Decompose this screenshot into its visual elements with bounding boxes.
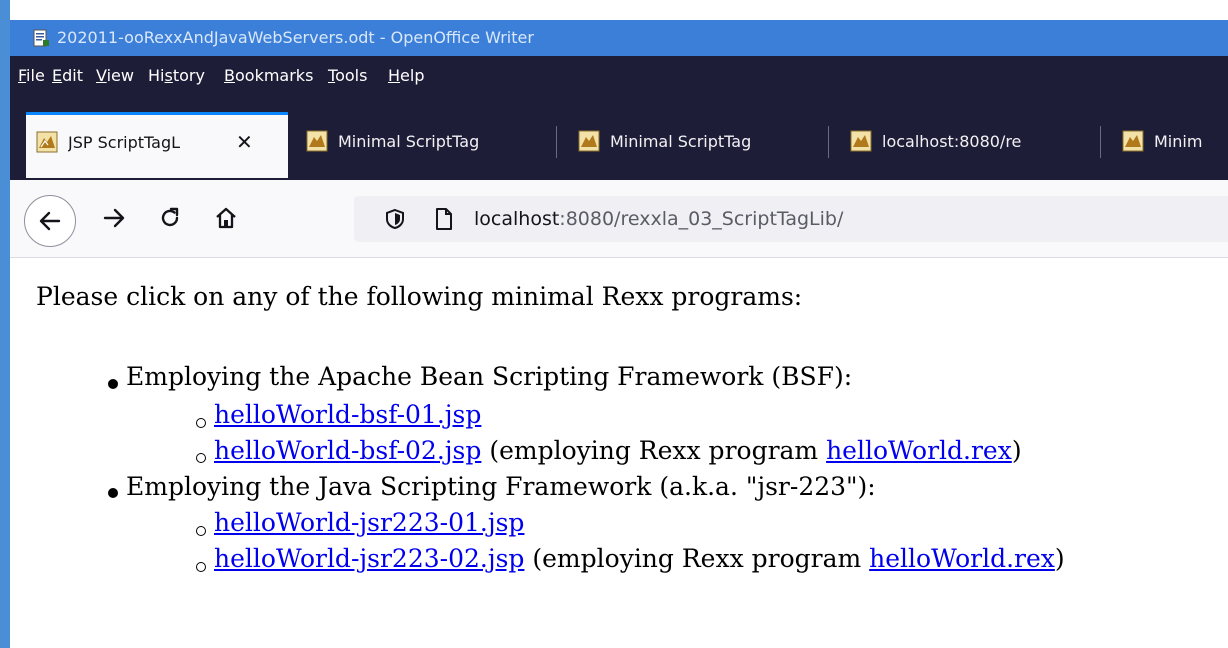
list-circle-icon (196, 453, 206, 463)
tomcat-favicon-icon (850, 130, 872, 152)
list-item: helloWorld-jsr223-02.jsp (employing Rexx… (214, 544, 1065, 573)
list-circle-icon (196, 418, 206, 428)
tomcat-favicon-icon (578, 130, 600, 152)
tab-minimal-scripttag-2[interactable]: Minimal ScriptTag (568, 114, 830, 180)
tab-minimal-partial[interactable]: Minim (1112, 114, 1228, 180)
reload-icon (161, 207, 179, 227)
forward-arrow-icon (103, 208, 125, 228)
tab-label: localhost:8080/re (882, 132, 1022, 151)
link-hello-world-bsf-02[interactable]: helloWorld-bsf-02.jsp (214, 436, 481, 465)
window-left-edge (0, 0, 10, 648)
intro-text: Please click on any of the following min… (36, 282, 803, 311)
menu-tools[interactable]: Tools (328, 66, 367, 85)
back-button[interactable] (24, 195, 76, 247)
link-hello-world-bsf-01[interactable]: helloWorld-bsf-01.jsp (214, 400, 481, 429)
menu-bar: File Edit View History Bookmarks Tools H… (10, 56, 1228, 96)
close-paren: ) (1011, 436, 1022, 465)
window-titlebar: 202011-ooRexxAndJavaWebServers.odt - Ope… (10, 20, 1228, 56)
list-item: helloWorld-bsf-01.jsp (214, 400, 481, 429)
section-bsf-heading: Employing the Apache Bean Scripting Fram… (126, 362, 853, 391)
tab-separator (1100, 126, 1101, 158)
menu-edit[interactable]: Edit (52, 66, 83, 85)
close-paren: ) (1054, 544, 1065, 573)
tab-minimal-scripttag-1[interactable]: Minimal ScriptTag (296, 114, 558, 180)
home-icon (216, 207, 236, 229)
menu-help[interactable]: Help (388, 66, 424, 85)
close-tab-icon[interactable]: ✕ (236, 130, 253, 154)
window-title: 202011-ooRexxAndJavaWebServers.odt - Ope… (57, 28, 534, 47)
back-arrow-icon (39, 211, 61, 231)
tab-label: Minimal ScriptTag (610, 132, 752, 151)
employing-text: (employing Rexx program (481, 436, 827, 465)
list-bullet-icon (108, 379, 118, 389)
tomcat-favicon-icon (36, 131, 58, 153)
tab-label: Minimal ScriptTag (338, 132, 480, 151)
list-item: helloWorld-bsf-02.jsp (employing Rexx pr… (214, 436, 1022, 465)
page-icon[interactable] (434, 207, 454, 231)
section-jsr223-heading: Employing the Java Scripting Framework (… (126, 472, 876, 501)
link-hello-world-rex[interactable]: helloWorld.rex (826, 436, 1012, 465)
navigation-toolbar: localhost:8080/rexxla_03_ScriptTagLib/ (10, 180, 1228, 258)
tab-bar: JSP ScriptTagL ✕ Minimal ScriptTag Minim… (10, 96, 1228, 180)
url-text[interactable]: localhost:8080/rexxla_03_ScriptTagLib/ (474, 208, 843, 230)
list-bullet-icon (108, 488, 118, 498)
forward-button[interactable] (92, 196, 136, 240)
home-button[interactable] (204, 196, 248, 240)
tab-label: JSP ScriptTagL (68, 133, 181, 152)
tomcat-favicon-icon (1122, 130, 1144, 152)
tab-separator (828, 126, 829, 158)
tab-label: Minim (1154, 132, 1203, 151)
menu-file[interactable]: File (18, 66, 45, 85)
url-host: localhost (474, 208, 560, 230)
reload-button[interactable] (148, 196, 192, 240)
page-content: Please click on any of the following min… (10, 258, 1228, 648)
menu-history[interactable]: History (148, 66, 205, 85)
tab-localhost[interactable]: localhost:8080/re (840, 114, 1102, 180)
url-bar[interactable]: localhost:8080/rexxla_03_ScriptTagLib/ (354, 196, 1228, 242)
url-path: :8080/rexxla_03_ScriptTagLib/ (559, 208, 844, 230)
link-hello-world-jsr223-02[interactable]: helloWorld-jsr223-02.jsp (214, 544, 524, 573)
shield-icon[interactable] (384, 208, 406, 230)
list-circle-icon (196, 526, 206, 536)
tab-jsp-scripttaglib[interactable]: JSP ScriptTagL ✕ (26, 112, 288, 178)
tomcat-favicon-icon (306, 130, 328, 152)
list-item: helloWorld-jsr223-01.jsp (214, 508, 524, 537)
link-hello-world-jsr223-01[interactable]: helloWorld-jsr223-01.jsp (214, 508, 524, 537)
employing-text: (employing Rexx program (524, 544, 870, 573)
menu-bookmarks[interactable]: Bookmarks (224, 66, 313, 85)
tab-separator (556, 126, 557, 158)
list-circle-icon (196, 562, 206, 572)
document-app-icon (33, 29, 49, 47)
menu-view[interactable]: View (96, 66, 134, 85)
link-hello-world-rex[interactable]: helloWorld.rex (869, 544, 1055, 573)
